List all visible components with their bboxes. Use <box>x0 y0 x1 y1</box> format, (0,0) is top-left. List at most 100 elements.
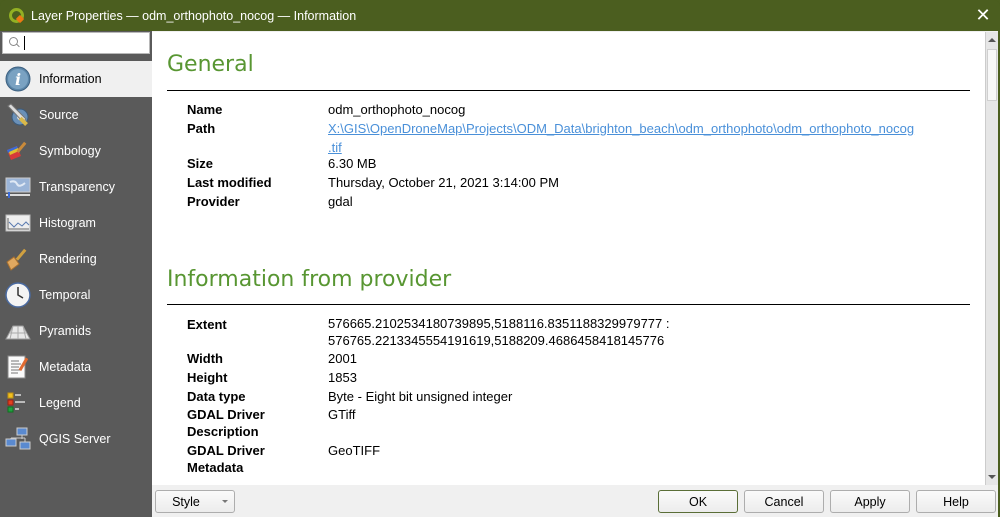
sidebar-item-label: Rendering <box>39 252 97 266</box>
property-row-data-type: Data type Byte - Eight bit unsigned inte… <box>187 387 977 406</box>
dialog-body: i Information Source Symbology Transpare… <box>0 31 998 517</box>
sidebar-item-label: Information <box>39 72 102 86</box>
property-label-continuation: Description <box>187 424 259 439</box>
source-wrench-icon <box>5 102 31 128</box>
information-icon: i <box>5 66 31 92</box>
property-label: Provider <box>187 194 240 209</box>
arrow-down-icon <box>988 475 996 479</box>
text-cursor <box>23 36 25 50</box>
property-value: 6.30 MB <box>328 156 377 171</box>
content-scrollbar[interactable] <box>985 32 998 485</box>
scroll-up-button[interactable] <box>986 32 998 48</box>
property-label: Extent <box>187 317 227 332</box>
sidebar-search-field[interactable] <box>2 32 150 54</box>
property-label: Path <box>187 121 216 136</box>
property-value: Thursday, October 21, 2021 3:14:00 PM <box>328 175 560 190</box>
property-label: Height <box>187 370 228 385</box>
property-row-gdal-driver-metadata: GDAL Driver Metadata GeoTIFF <box>187 442 977 476</box>
legend-icon <box>5 390 31 416</box>
property-row-size: Size 6.30 MB <box>187 154 977 173</box>
sidebar-item-label: Histogram <box>39 216 96 230</box>
window-title: Layer Properties — odm_orthophoto_nocog … <box>31 8 357 23</box>
sidebar-item-rendering[interactable]: Rendering <box>0 241 152 277</box>
sidebar-item-qgis-server[interactable]: QGIS Server <box>0 421 152 457</box>
property-value-continuation: 576765.2213345554191619,5188209.46864584… <box>328 333 665 348</box>
close-button[interactable]: ✕ <box>966 0 1000 31</box>
section-divider <box>167 304 970 305</box>
rendering-brush-icon <box>5 246 31 272</box>
clock-icon <box>5 282 31 308</box>
section-title-provider: Information from provider <box>167 267 452 292</box>
property-label: Last modified <box>187 175 272 190</box>
information-panel: General Name odm_orthophoto_nocog Path X… <box>152 32 985 485</box>
provider-properties: Extent 576665.2102534180739895,5188116.8… <box>187 315 977 476</box>
pyramids-icon <box>5 318 31 344</box>
general-properties: Name odm_orthophoto_nocog Path X:\GIS\Op… <box>187 100 977 211</box>
property-value: GeoTIFF <box>328 443 381 458</box>
property-label-continuation: Metadata <box>187 460 244 475</box>
property-label: GDAL Driver <box>187 407 265 422</box>
sidebar-item-temporal[interactable]: Temporal <box>0 277 152 313</box>
apply-button-label: Apply <box>854 494 886 509</box>
ok-button-label: OK <box>688 494 708 509</box>
sidebar-search-input[interactable] <box>29 35 149 51</box>
transparency-icon <box>5 174 31 200</box>
svg-text:i: i <box>15 70 21 89</box>
sidebar-item-label: Symbology <box>39 144 101 158</box>
property-value: Byte - Eight bit unsigned integer <box>328 389 513 404</box>
search-icon <box>8 36 18 50</box>
layer-properties-window: Layer Properties — odm_orthophoto_nocog … <box>0 0 1000 517</box>
sidebar-item-transparency[interactable]: Transparency <box>0 169 152 205</box>
property-value: 1853 <box>328 370 357 385</box>
chevron-down-icon <box>222 500 228 503</box>
property-label: Name <box>187 102 223 117</box>
dialog-button-bar: Style OK Cancel Apply Help <box>152 485 998 517</box>
scroll-down-button[interactable] <box>986 469 998 485</box>
qgis-logo-icon <box>9 7 25 24</box>
property-value: 2001 <box>328 351 357 366</box>
sidebar-item-metadata[interactable]: Metadata <box>0 349 152 385</box>
sidebar-item-pyramids[interactable]: Pyramids <box>0 313 152 349</box>
property-label: Size <box>187 156 214 171</box>
sidebar-item-source[interactable]: Source <box>0 97 152 133</box>
property-row-provider: Provider gdal <box>187 192 977 211</box>
close-icon: ✕ <box>975 5 991 25</box>
sidebar-item-label: Transparency <box>39 180 115 194</box>
ok-button[interactable]: OK <box>658 490 738 513</box>
apply-button[interactable]: Apply <box>830 490 910 513</box>
sidebar-item-legend[interactable]: Legend <box>0 385 152 421</box>
help-button-label: Help <box>943 494 969 509</box>
property-row-width: Width 2001 <box>187 349 977 368</box>
section-title-general: General <box>167 52 254 77</box>
property-row-extent: Extent 576665.2102534180739895,5188116.8… <box>187 315 977 349</box>
property-row-height: Height 1853 <box>187 368 977 387</box>
arrow-up-icon <box>988 38 996 42</box>
title-bar: Layer Properties — odm_orthophoto_nocog … <box>0 0 1000 31</box>
property-value: odm_orthophoto_nocog <box>328 102 466 117</box>
sidebar-nav: i Information Source Symbology Transpare… <box>0 61 152 457</box>
property-label: Data type <box>187 389 246 404</box>
cancel-button[interactable]: Cancel <box>744 490 824 513</box>
help-button[interactable]: Help <box>916 490 996 513</box>
style-dropdown-button[interactable]: Style <box>155 490 235 513</box>
property-row-path: Path X:\GIS\OpenDroneMap\Projects\ODM_Da… <box>187 119 977 157</box>
metadata-document-icon <box>5 354 31 380</box>
sidebar-item-histogram[interactable]: Histogram <box>0 205 152 241</box>
path-link-continuation[interactable]: .tif <box>328 140 342 155</box>
property-label: GDAL Driver <box>187 443 265 458</box>
sidebar-item-label: QGIS Server <box>39 432 111 446</box>
symbology-brush-icon <box>5 138 31 164</box>
property-row-last-modified: Last modified Thursday, October 21, 2021… <box>187 173 977 192</box>
cancel-button-label: Cancel <box>764 494 804 509</box>
sidebar-item-information[interactable]: i Information <box>0 61 152 97</box>
scrollbar-thumb[interactable] <box>987 49 997 101</box>
sidebar-item-label: Temporal <box>39 288 91 302</box>
histogram-icon <box>5 210 31 236</box>
sidebar-item-symbology[interactable]: Symbology <box>0 133 152 169</box>
style-button-label: Style <box>172 494 200 509</box>
path-link[interactable]: X:\GIS\OpenDroneMap\Projects\ODM_Data\br… <box>328 121 914 136</box>
property-row-name: Name odm_orthophoto_nocog <box>187 100 977 119</box>
server-network-icon <box>5 426 31 452</box>
property-value: gdal <box>328 194 353 209</box>
sidebar-item-label: Metadata <box>39 360 92 374</box>
